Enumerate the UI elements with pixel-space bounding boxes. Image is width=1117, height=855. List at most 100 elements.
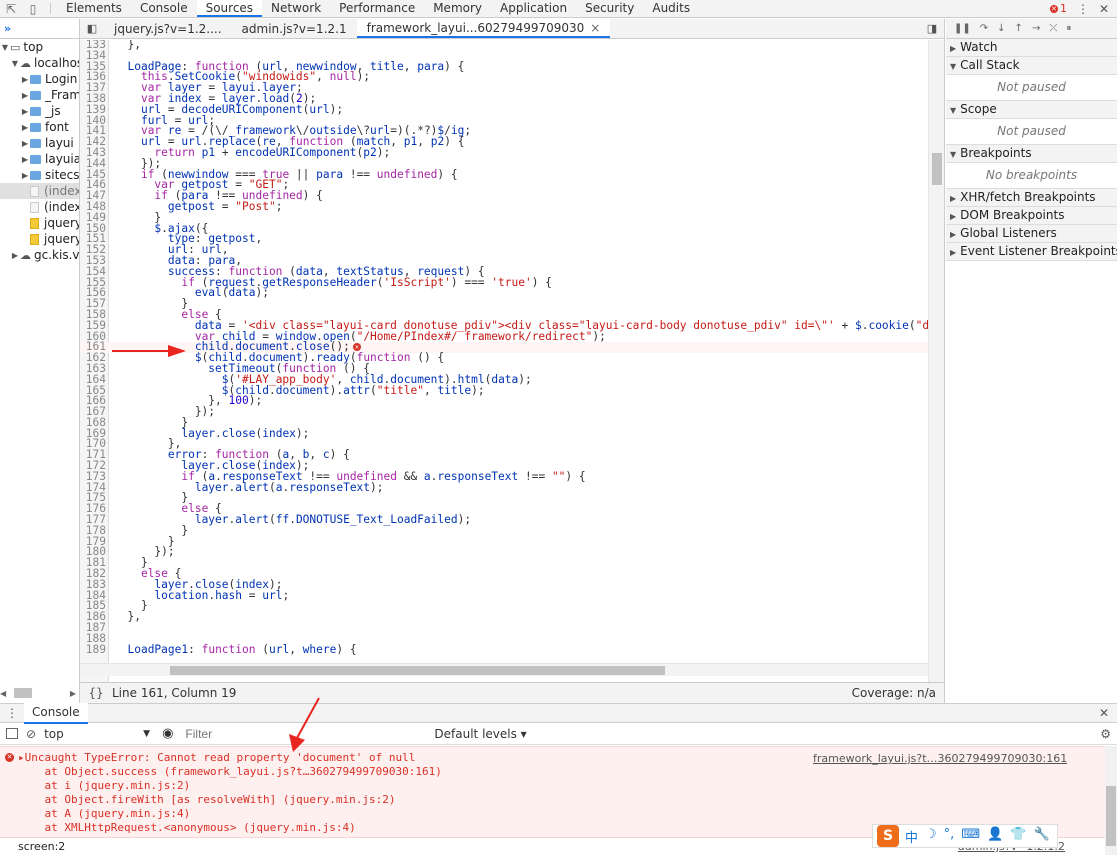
section-breakpoints[interactable]: ▼ Breakpoints xyxy=(946,145,1117,163)
tree-item[interactable]: ▶ layui xyxy=(0,135,79,151)
eye-icon[interactable]: ◉ xyxy=(162,726,173,741)
panel-tabs: Elements Console Sources Network Performance… xyxy=(57,0,699,17)
tree-toggle-icon[interactable]: ▼ xyxy=(0,43,10,52)
line-number[interactable]: 189 xyxy=(80,644,106,656)
tree-item[interactable]: ▶ sitecss xyxy=(0,167,79,183)
tab-security[interactable]: Security xyxy=(576,0,643,17)
step-out-icon[interactable]: ↑ xyxy=(1015,23,1023,34)
tree-item[interactable]: jquery xyxy=(0,215,79,231)
ime-item-icon[interactable]: ⌨ xyxy=(961,827,980,846)
toggle-navigator-icon[interactable]: ◧ xyxy=(80,19,104,38)
tree-toggle-icon[interactable]: ▶ xyxy=(20,139,30,148)
error-headline[interactable]: ▸Uncaught TypeError: Cannot read propert… xyxy=(18,751,415,765)
tree-item[interactable]: ▶☁gc.kis.v2 xyxy=(0,247,79,263)
console-scroll-thumb[interactable] xyxy=(1106,786,1116,846)
code-area[interactable]: 133 }, 134 135 LoadPage: function (url, ne… xyxy=(80,40,928,684)
console-settings-icon[interactable]: ⚙ xyxy=(1100,727,1111,741)
tab-console[interactable]: Console xyxy=(131,0,197,17)
tree-toggle-icon[interactable]: ▶ xyxy=(20,155,30,164)
clear-console-icon[interactable]: ⊘ xyxy=(26,727,36,741)
vscroll-thumb[interactable] xyxy=(932,153,942,185)
section-scope[interactable]: ▼ Scope xyxy=(946,101,1117,119)
toggle-debugger-icon[interactable]: ◨ xyxy=(920,19,944,38)
section-global-listeners[interactable]: ▶ Global Listeners xyxy=(946,225,1117,243)
more-menu-icon[interactable]: ⋮ xyxy=(1077,2,1089,16)
ime-item-icon[interactable]: ☽ xyxy=(925,827,937,846)
section-watch[interactable]: ▶ Watch xyxy=(946,39,1117,57)
pause-icon[interactable]: ❚❚ xyxy=(954,23,971,34)
tab-console[interactable]: Console xyxy=(24,702,88,724)
device-toolbar-icon[interactable]: ▯ xyxy=(22,0,44,17)
editor-hscrollbar[interactable] xyxy=(80,663,928,676)
context-selector[interactable]: top ▼ xyxy=(44,727,154,741)
tree-item[interactable]: ▶ Login xyxy=(0,71,79,87)
editor-tab[interactable]: admin.js?v=1.2.1 xyxy=(232,19,357,38)
tree-toggle-icon[interactable]: ▶ xyxy=(20,123,30,132)
sidebar-toggle-icon[interactable] xyxy=(6,728,18,739)
step-into-icon[interactable]: ↓ xyxy=(997,23,1005,34)
tree-toggle-icon[interactable]: ▶ xyxy=(20,107,30,116)
tree-item[interactable]: ▶ layuiadmin xyxy=(0,151,79,167)
tree-toggle-icon[interactable]: ▶ xyxy=(20,91,30,100)
ime-item-icon[interactable]: 👕 xyxy=(1010,827,1026,846)
navigator-hscrollbar[interactable]: ◀ ▶ xyxy=(0,687,80,699)
tree-toggle-icon[interactable]: ▶ xyxy=(20,75,30,84)
sogou-logo-icon[interactable]: S xyxy=(877,825,899,847)
tree-item[interactable]: jquery xyxy=(0,231,79,247)
section-dom-breakpoints[interactable]: ▶ DOM Breakpoints xyxy=(946,207,1117,225)
deactivate-breakpoints-icon[interactable]: ⤫ xyxy=(1049,23,1057,34)
section-call-stack[interactable]: ▼ Call Stack xyxy=(946,57,1117,75)
scroll-right-icon[interactable]: ▶ xyxy=(70,689,76,698)
close-drawer-icon[interactable]: ✕ xyxy=(1099,706,1117,720)
tree-item[interactable]: ▶ font xyxy=(0,119,79,135)
hscroll-thumb[interactable] xyxy=(170,666,665,675)
error-source-link[interactable]: framework_layui.js?t…360279499709030:161 xyxy=(813,752,1067,765)
ime-item-icon[interactable]: 中 xyxy=(905,827,918,846)
step-icon[interactable]: → xyxy=(1032,23,1040,34)
ime-item-icon[interactable]: 👤 xyxy=(987,827,1003,846)
editor-vscrollbar[interactable] xyxy=(928,40,944,684)
step-over-icon[interactable]: ↷ xyxy=(980,23,988,34)
drawer-menu-icon[interactable]: ⋮ xyxy=(0,706,24,720)
tree-toggle-icon[interactable]: ▼ xyxy=(10,59,20,68)
section-event-listener-breakpoints[interactable]: ▶ Event Listener Breakpoints xyxy=(946,243,1117,261)
tab-application[interactable]: Application xyxy=(491,0,576,17)
code-line: 167 }); xyxy=(80,406,928,418)
tab-memory[interactable]: Memory xyxy=(424,0,491,17)
drawer-header: ⋮ Console ✕ xyxy=(0,702,1117,724)
scroll-thumb[interactable] xyxy=(14,688,33,698)
tree-item[interactable]: ▼ ▭ top xyxy=(0,39,79,55)
tree-toggle-icon[interactable]: ▶ xyxy=(10,251,20,260)
editor-tab[interactable]: jquery.js?v=1.2.... xyxy=(104,19,232,38)
pause-on-exceptions-icon[interactable]: ⏸ xyxy=(1066,23,1071,34)
tree-item[interactable]: ▶ _Framework xyxy=(0,87,79,103)
tree-item[interactable]: (index) xyxy=(0,183,79,199)
ime-item-icon[interactable]: 🔧 xyxy=(1033,827,1049,846)
log-levels-dropdown[interactable]: Default levels ▾ xyxy=(434,727,526,741)
close-tab-icon[interactable]: × xyxy=(590,18,600,38)
tab-network[interactable]: Network xyxy=(262,0,330,17)
tab-audits[interactable]: Audits xyxy=(643,0,699,17)
tab-performance[interactable]: Performance xyxy=(330,0,424,17)
tab-sources[interactable]: Sources xyxy=(196,0,263,17)
inline-error-icon[interactable]: ✕ xyxy=(352,343,361,352)
folder-icon xyxy=(30,90,41,100)
close-devtools-icon[interactable]: ✕ xyxy=(1099,2,1109,16)
tree-item-label: _js xyxy=(45,104,61,118)
console-scrollbar[interactable] xyxy=(1105,746,1117,855)
ime-item-icon[interactable]: °, xyxy=(944,827,955,846)
tree-item[interactable]: ▶ _js xyxy=(0,103,79,119)
tree-toggle-icon[interactable]: ▶ xyxy=(20,171,30,180)
navigator-more-tabs[interactable]: » xyxy=(0,19,79,39)
inspect-element-icon[interactable]: ⇱ xyxy=(0,0,22,17)
error-count-badge[interactable]: ✕ 1 xyxy=(1049,2,1067,15)
js-file-icon xyxy=(30,233,39,245)
scroll-left-icon[interactable]: ◀ xyxy=(0,689,6,698)
tree-item[interactable]: (index) xyxy=(0,199,79,215)
editor-tab[interactable]: framework_layui...60279499709030 × xyxy=(356,18,611,38)
section-xhr-fetch-breakpoints[interactable]: ▶ XHR/fetch Breakpoints xyxy=(946,189,1117,207)
tree-item[interactable]: ▼☁localhost xyxy=(0,55,79,71)
pretty-print-icon[interactable]: {} xyxy=(80,686,112,700)
tab-elements[interactable]: Elements xyxy=(57,0,131,17)
stack-frame: at Object.fireWith [as resolveWith] (jqu… xyxy=(18,793,396,806)
